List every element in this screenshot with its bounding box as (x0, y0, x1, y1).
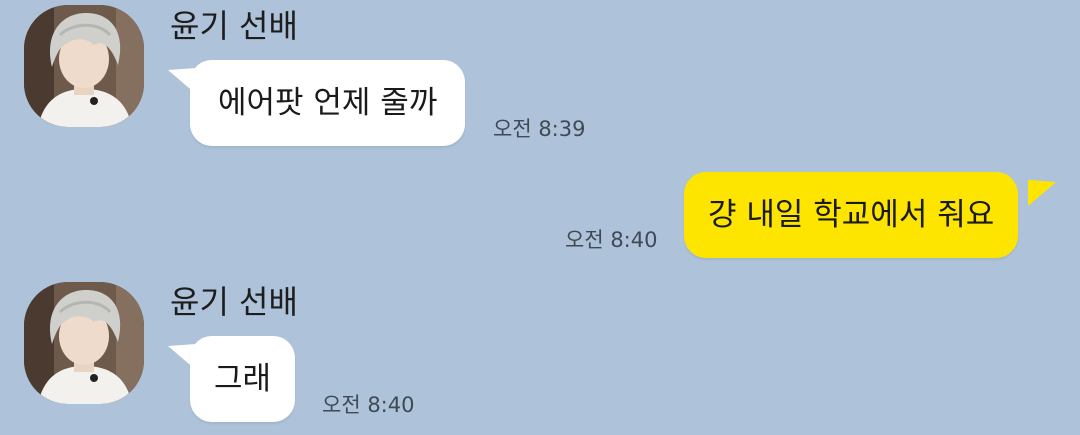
message-text: 에어팟 언제 줄까 (218, 85, 438, 121)
message-timestamp: 오전 8:40 (322, 393, 415, 417)
bubble-tail (1028, 180, 1056, 206)
sender-avatar[interactable] (24, 5, 144, 127)
message-bubble[interactable]: 걍 내일 학교에서 줘요 (684, 172, 1019, 258)
profile-photo-icon (24, 282, 144, 404)
message-bubble[interactable]: 그래 (190, 336, 296, 422)
message-text: 걍 내일 학교에서 줘요 (708, 197, 995, 233)
sender-name: 윤기 선배 (170, 283, 298, 321)
sender-avatar[interactable] (24, 282, 144, 404)
message-timestamp: 오전 8:40 (565, 228, 658, 252)
message-timestamp: 오전 8:39 (493, 117, 586, 141)
message-bubble[interactable]: 에어팟 언제 줄까 (190, 60, 466, 146)
message-text: 그래 (214, 361, 272, 397)
sender-name: 윤기 선배 (170, 7, 298, 45)
profile-photo-icon (24, 5, 144, 127)
